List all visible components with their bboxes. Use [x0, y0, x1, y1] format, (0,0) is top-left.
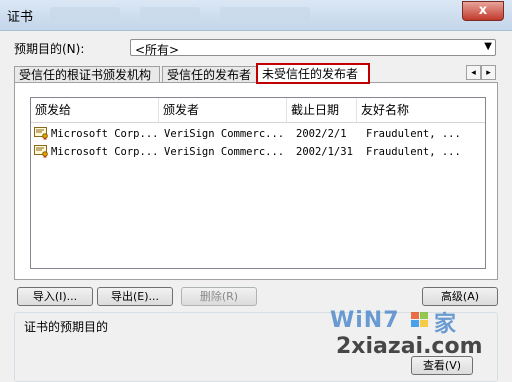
table-row[interactable]: Microsoft Corp... VeriSign Commerc... 20…: [31, 143, 485, 161]
purpose-select-value: <所有>: [135, 43, 180, 57]
list-header: 颁发给 颁发者 截止日期 友好名称: [31, 98, 485, 123]
watermark-win7: WiN7: [330, 308, 400, 333]
cell-issued-by: VeriSign Commerc...: [164, 128, 285, 140]
certificate-icon: [34, 127, 48, 140]
title-bar: 证书 x: [0, 0, 512, 31]
purposes-group-label: 证书的预期目的: [24, 320, 109, 334]
close-button[interactable]: x: [462, 1, 504, 21]
title-bar-blur: [140, 7, 200, 21]
export-button[interactable]: 导出(E)...: [97, 287, 173, 306]
cell-expiration: 2002/1/31: [296, 146, 353, 158]
title-bar-blur: [220, 7, 310, 21]
purpose-label: 预期目的(N):: [14, 42, 85, 56]
column-expiration[interactable]: 截止日期: [287, 98, 357, 122]
certificate-icon: [34, 145, 48, 158]
windows-logo-icon: [411, 312, 428, 327]
tab-untrusted-publishers[interactable]: 未受信任的发布者: [256, 63, 370, 84]
tab-scroll-left-icon[interactable]: ◂: [466, 65, 481, 80]
chevron-down-icon: ▼: [484, 41, 492, 52]
tab-trusted-root[interactable]: 受信任的根证书颁发机构: [14, 66, 160, 83]
column-issued-to[interactable]: 颁发给: [31, 98, 159, 122]
cell-friendly-name: Fraudulent, ...: [366, 146, 461, 158]
purpose-select[interactable]: <所有> ▼: [130, 39, 496, 57]
tab-trusted-publishers[interactable]: 受信任的发布者: [162, 66, 258, 83]
tab-panel: 颁发给 颁发者 截止日期 友好名称 Microsoft Corp... Veri…: [14, 82, 498, 280]
column-friendly-name[interactable]: 友好名称: [357, 98, 485, 122]
import-button[interactable]: 导入(I)...: [17, 287, 93, 306]
title-bar-blur: [50, 7, 120, 21]
cell-issued-by: VeriSign Commerc...: [164, 146, 285, 158]
watermark-site: 2xiazai.com: [336, 334, 483, 359]
window-title: 证书: [7, 10, 34, 25]
column-issued-by[interactable]: 颁发者: [159, 98, 287, 122]
table-row[interactable]: Microsoft Corp... VeriSign Commerc... 20…: [31, 125, 485, 143]
cell-issued-to: Microsoft Corp...: [51, 146, 157, 158]
certificate-list[interactable]: 颁发给 颁发者 截止日期 友好名称 Microsoft Corp... Veri…: [30, 97, 486, 269]
cell-expiration: 2002/2/1: [296, 128, 347, 140]
cell-friendly-name: Fraudulent, ...: [366, 128, 461, 140]
remove-button[interactable]: 删除(R): [181, 287, 257, 306]
advanced-button[interactable]: 高级(A): [422, 287, 498, 306]
tab-scroll-right-icon[interactable]: ▸: [481, 65, 496, 80]
cell-issued-to: Microsoft Corp...: [51, 128, 157, 140]
